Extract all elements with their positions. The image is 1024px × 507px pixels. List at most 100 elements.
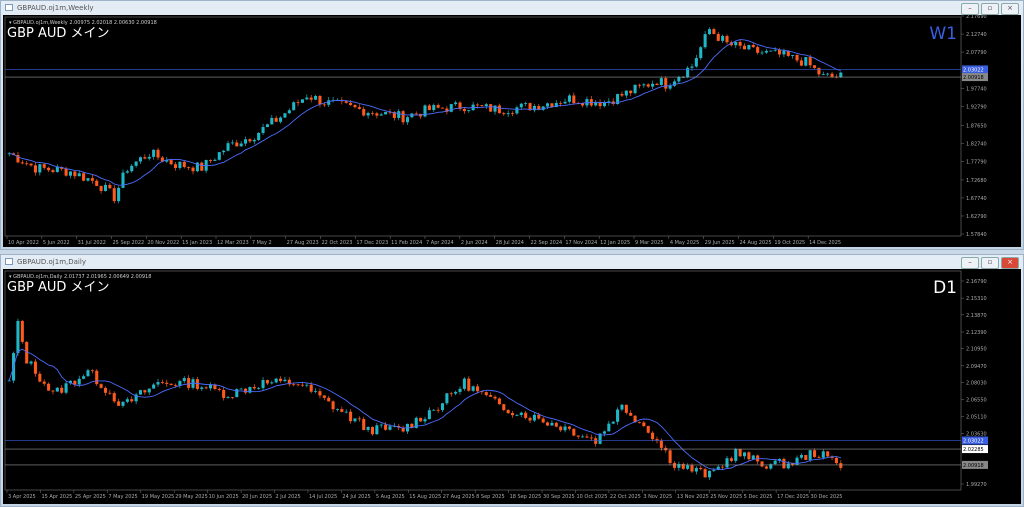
date-tick-label: 30 Dec 2025 xyxy=(811,494,843,500)
candle-body xyxy=(642,422,646,427)
candle xyxy=(532,104,536,113)
date-axis: 3 Apr 2025 15 Apr 2025 25 Apr 2025 7 May 20… xyxy=(6,490,843,500)
candle xyxy=(90,369,94,374)
candle xyxy=(265,123,269,128)
price-tick-label: 1.87650 xyxy=(966,123,987,129)
candle-body xyxy=(668,450,672,464)
date-tick-label: 2 Jun 2024 xyxy=(461,240,488,246)
candle xyxy=(239,387,243,390)
candle-body xyxy=(699,47,703,59)
candle xyxy=(248,386,252,394)
candle-body xyxy=(349,411,353,422)
candle xyxy=(29,360,33,366)
candle xyxy=(694,54,698,68)
candle xyxy=(261,123,265,136)
candle-body xyxy=(782,50,786,55)
candle xyxy=(782,457,786,469)
candle-body xyxy=(532,105,536,111)
candle xyxy=(651,431,655,442)
candle xyxy=(589,95,593,108)
candle-body xyxy=(436,409,440,411)
candle-body xyxy=(173,384,178,386)
date-tick-label: 7 May 2025 xyxy=(108,494,137,500)
candle xyxy=(449,104,453,113)
candle xyxy=(340,406,344,413)
candle-body xyxy=(427,410,431,420)
candle xyxy=(764,465,768,470)
candle xyxy=(357,416,361,422)
candle-body xyxy=(694,58,698,67)
date-tick-label: 25 Nov 2025 xyxy=(710,494,742,500)
candle-body xyxy=(366,112,370,116)
candle xyxy=(624,90,628,99)
candle-body xyxy=(821,74,825,75)
daily-chart[interactable]: 2.16790 2.15310 2.13870 2.12390 2.10950 2.094… xyxy=(3,269,1021,504)
candle-body xyxy=(589,437,593,439)
maximize-button[interactable]: ▫ xyxy=(981,3,999,15)
candle xyxy=(572,92,576,105)
candle-body xyxy=(729,458,733,461)
candle xyxy=(366,426,370,433)
candle-body xyxy=(64,383,68,393)
candle xyxy=(799,57,803,67)
candle xyxy=(738,40,742,49)
candle xyxy=(449,391,453,397)
candle xyxy=(484,103,488,110)
maximize-button[interactable]: ▫ xyxy=(981,257,999,269)
candle-body xyxy=(782,458,786,469)
close-button[interactable]: × xyxy=(1001,3,1019,15)
candle-body xyxy=(716,33,720,41)
weekly-title-bar[interactable]: GBPAUD.oj1m,Weekly – ▫ × xyxy=(1,1,1023,15)
candle xyxy=(222,387,226,401)
candle xyxy=(725,34,729,45)
candle-body xyxy=(55,167,59,173)
candle-body xyxy=(244,388,248,393)
candle-body xyxy=(204,387,208,389)
candle xyxy=(541,416,545,424)
candle xyxy=(77,171,81,177)
candle-body xyxy=(265,124,269,128)
candle-body xyxy=(252,386,256,389)
candle xyxy=(103,182,108,192)
candle-body xyxy=(239,143,243,147)
candle-body xyxy=(222,150,226,153)
candle-body xyxy=(734,448,738,461)
candle xyxy=(25,161,29,166)
daily-title-bar[interactable]: GBPAUD.oj1m,Daily – ▫ × xyxy=(1,255,1023,269)
date-tick-label: 19 Oct 2025 xyxy=(774,240,805,246)
minimize-button[interactable]: – xyxy=(961,3,979,15)
candle xyxy=(747,44,751,51)
candle-body xyxy=(274,117,278,122)
candle-body xyxy=(95,180,99,186)
candle xyxy=(51,390,55,395)
candle xyxy=(20,160,24,165)
weekly-chart[interactable]: 2.17690 2.12740 2.07790 1.97740 1.92790 1.876… xyxy=(3,15,1021,247)
candle xyxy=(353,104,357,109)
candle-body xyxy=(804,454,808,460)
candle xyxy=(287,108,291,114)
candle xyxy=(73,171,77,179)
candle-body xyxy=(401,111,405,123)
candle-body xyxy=(353,105,357,108)
candle xyxy=(226,140,230,152)
close-button[interactable]: × xyxy=(1001,257,1019,269)
date-tick-label: 8 Sep 2025 xyxy=(476,494,505,500)
price-tick-label: 2.13870 xyxy=(966,313,987,319)
candle xyxy=(187,166,191,171)
date-tick-label: 14 Jul 2025 xyxy=(309,494,337,500)
candle-body xyxy=(314,391,318,392)
candle-body xyxy=(138,157,143,162)
price-tick-label: 2.10950 xyxy=(966,347,987,353)
candle-body xyxy=(427,105,431,111)
price-tick-label: 1.67740 xyxy=(966,196,987,202)
minimize-button[interactable]: – xyxy=(961,257,979,269)
candle xyxy=(821,71,825,76)
candle-body xyxy=(493,105,497,112)
candle-body xyxy=(462,108,466,112)
candle xyxy=(16,318,20,356)
candle-body xyxy=(581,436,585,438)
candle-body xyxy=(147,388,151,393)
candle xyxy=(160,379,164,384)
candle xyxy=(112,185,116,204)
candle xyxy=(572,428,576,437)
